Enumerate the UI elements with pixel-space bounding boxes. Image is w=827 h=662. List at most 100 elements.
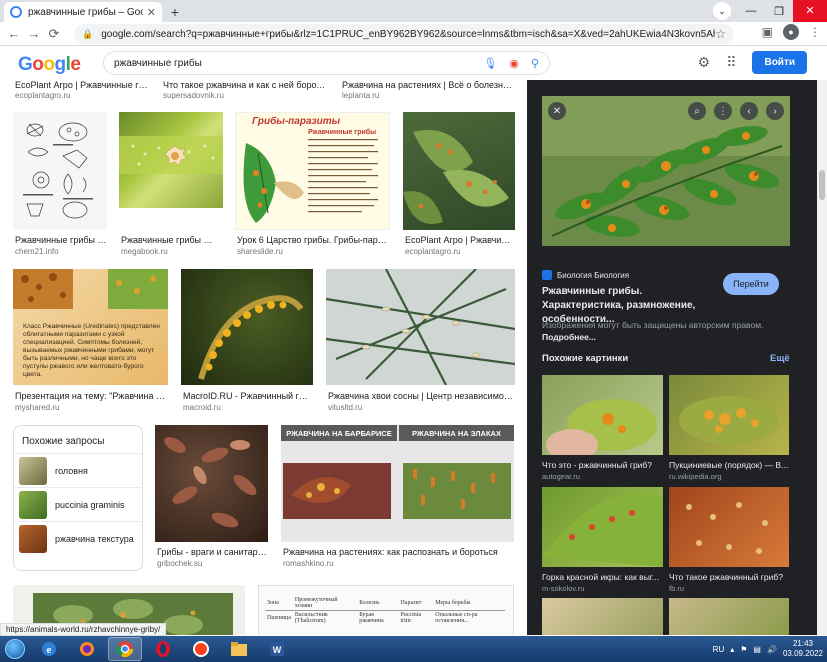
address-bar[interactable]: 🔒 google.com/search?q=ржавчинные+грибы&r… xyxy=(74,24,734,44)
rusty-leaves xyxy=(403,130,509,224)
scrollbar-thumb[interactable] xyxy=(819,170,825,200)
flag-icon[interactable]: ⚑ xyxy=(740,645,747,654)
tray-up-icon[interactable]: ▴ xyxy=(730,645,734,654)
toolbar-right: ▣ ● ⋮ xyxy=(762,24,821,40)
camera-lens-icon[interactable]: ◉ xyxy=(509,57,519,70)
result-caption[interactable]: Презентация на тему: "Ржавчина зерн... xyxy=(15,391,167,401)
search-input[interactable]: ржавчинные грибы 🎙 ◉ ⚲ xyxy=(103,51,550,75)
presentation-text: Класс Ржавчинные (Uredinales) представле… xyxy=(23,323,160,378)
browser-tab[interactable]: ржавчинные грибы – Google По ✕ xyxy=(4,2,162,22)
forward-icon[interactable]: → xyxy=(24,26,44,41)
similar-more-link[interactable]: Ещё xyxy=(770,353,790,364)
result-image-leaves[interactable] xyxy=(403,112,515,230)
tab-strip: ржавчинные грибы – Google По ✕ + ⌄ — ❐ ✕ xyxy=(0,0,827,22)
related-item-golovnya[interactable]: головня xyxy=(14,453,142,487)
similar-caption[interactable]: Что такое ржавчинный гриб? xyxy=(669,572,789,582)
previous-icon[interactable]: ‹ xyxy=(740,102,758,120)
lens-search-icon[interactable]: ⌕ xyxy=(688,102,706,120)
result-caption[interactable]: Что такое ржавчина и как с ней бороться xyxy=(163,80,328,90)
profile-avatar[interactable]: ● xyxy=(783,24,799,40)
search-icon[interactable]: ⚲ xyxy=(531,57,539,70)
result-image-red-leaves[interactable] xyxy=(155,425,268,542)
start-button[interactable] xyxy=(0,636,30,662)
bookmark-star-icon[interactable]: ☆ xyxy=(715,27,726,41)
result-caption[interactable]: MacroID.RU - Ржавчинный гриб... xyxy=(183,391,311,401)
page-scrollbar[interactable] xyxy=(817,80,827,635)
firefox-taskbar-icon[interactable] xyxy=(70,637,104,661)
result-caption[interactable]: Грибы - враги и санитары ... xyxy=(157,547,267,557)
url-text: google.com/search?q=ржавчинные+грибы&rlz… xyxy=(101,28,715,40)
result-image-sketch[interactable] xyxy=(13,112,107,230)
restore-icon[interactable]: ❐ xyxy=(765,5,793,18)
similar-image[interactable] xyxy=(669,375,789,455)
result-image-table[interactable]: Зона Промежуточный хозяин Болезнь Парази… xyxy=(258,585,514,635)
reload-icon[interactable]: ⟳ xyxy=(44,26,64,42)
ie-taskbar-icon[interactable]: e xyxy=(32,637,66,661)
close-preview-icon[interactable]: ✕ xyxy=(548,102,566,120)
windows-taskbar: e W RU ▴ ⚑ ▤ 🔊 21:43 03.09.2022 xyxy=(0,636,827,662)
result-source: chem21.info xyxy=(15,247,59,256)
similar-image[interactable] xyxy=(542,598,663,635)
similar-thumb-3 xyxy=(542,493,663,567)
sidebar-icon[interactable]: ▣ xyxy=(762,25,773,39)
tab-search-icon[interactable]: ⌄ xyxy=(713,2,731,20)
result-image-green-stem[interactable] xyxy=(119,112,223,208)
next-icon[interactable]: › xyxy=(766,102,784,120)
result-caption[interactable]: Ржавчинные грибы — М... xyxy=(121,235,221,245)
similar-image[interactable] xyxy=(542,487,663,567)
result-caption[interactable]: Ржавчина хвои сосны | Центр независимой … xyxy=(328,391,514,401)
similar-caption[interactable]: Горка красной икры: как выг... xyxy=(542,572,663,582)
related-item-texture[interactable]: ржавчина текстура xyxy=(14,521,142,555)
close-window-icon[interactable]: ✕ xyxy=(793,0,827,22)
chrome-taskbar-icon[interactable] xyxy=(108,637,142,661)
word-taskbar-icon[interactable]: W xyxy=(260,637,294,661)
opera-taskbar-icon[interactable] xyxy=(146,637,180,661)
language-indicator[interactable]: RU xyxy=(713,645,725,654)
preview-image[interactable]: ✕ ⌕ ⋮ ‹ › xyxy=(542,96,790,246)
google-logo[interactable]: Google xyxy=(18,54,81,76)
lock-icon[interactable]: 🔒 xyxy=(82,29,93,40)
clock[interactable]: 21:43 03.09.2022 xyxy=(783,639,823,659)
google-header: Google ржавчинные грибы 🎙 ◉ ⚲ ⚙ ⠿ Войти xyxy=(0,46,827,80)
yandex-taskbar-icon[interactable] xyxy=(184,637,218,661)
similar-caption[interactable]: Что это - ржавчинный гриб? xyxy=(542,460,663,470)
result-caption[interactable]: Ржавчина на растениях: как распознать и … xyxy=(283,547,513,557)
related-label: головня xyxy=(55,465,88,476)
result-image-macro-stem[interactable] xyxy=(181,269,313,385)
reddish-foliage xyxy=(164,437,257,528)
more-options-icon[interactable]: ⋮ xyxy=(714,102,732,120)
signin-button[interactable]: Войти xyxy=(752,51,807,74)
network-icon[interactable]: ▤ xyxy=(753,645,761,654)
new-tab-button[interactable]: + xyxy=(166,3,184,21)
result-image-slide[interactable]: Грибы-паразиты Ржавчинные грибы xyxy=(235,112,390,230)
result-caption[interactable]: Урок 6 Царство грибы. Грибы-паразит... xyxy=(237,235,389,245)
result-image-presentation[interactable]: Класс Ржавчинные (Uredinales) представле… xyxy=(13,269,168,385)
similar-image[interactable] xyxy=(669,598,789,635)
menu-kebab-icon[interactable]: ⋮ xyxy=(809,25,821,39)
volume-icon[interactable]: 🔊 xyxy=(767,645,777,654)
tab-close-icon[interactable]: ✕ xyxy=(147,6,156,19)
result-caption[interactable]: EcoPlant Агро | Ржавчинн... xyxy=(405,235,515,245)
similar-caption[interactable]: Пукциниевые (порядок) — В... xyxy=(669,460,789,470)
visit-button[interactable]: Перейти xyxy=(723,273,779,295)
settings-gear-icon[interactable]: ⚙ xyxy=(698,54,711,71)
microphone-icon[interactable]: 🎙 xyxy=(483,57,497,70)
result-source: shareslide.ru xyxy=(237,247,283,256)
learn-more-link[interactable]: Подробнее... xyxy=(542,332,596,342)
result-caption[interactable]: Ржавчина на растениях | Всё о болезни и … xyxy=(342,80,512,90)
back-icon[interactable]: ← xyxy=(4,26,24,41)
similar-image[interactable] xyxy=(542,375,663,455)
minimize-icon[interactable]: — xyxy=(737,5,765,17)
pine-needles xyxy=(326,269,515,385)
screen: ржавчинные грибы – Google По ✕ + ⌄ — ❐ ✕… xyxy=(0,0,827,662)
result-caption[interactable]: EcoPlant Агро | Ржавчинные грибы xyxy=(15,80,150,90)
preview-source[interactable]: Биология Биология xyxy=(542,270,629,280)
result-image-barberry-grains[interactable]: РЖАВЧИНА НА БАРБАРИСЕ РЖАВЧИНА НА ЗЛАКАХ xyxy=(281,425,514,542)
result-image-pine-needles[interactable] xyxy=(326,269,515,385)
result-caption[interactable]: Ржавчинные грибы - ... xyxy=(15,235,107,245)
barberry-grains-photos xyxy=(283,463,511,519)
similar-image[interactable] xyxy=(669,487,789,567)
related-item-puccinia[interactable]: puccinia graminis xyxy=(14,487,142,521)
explorer-taskbar-icon[interactable] xyxy=(222,637,256,661)
apps-grid-icon[interactable]: ⠿ xyxy=(726,54,736,71)
